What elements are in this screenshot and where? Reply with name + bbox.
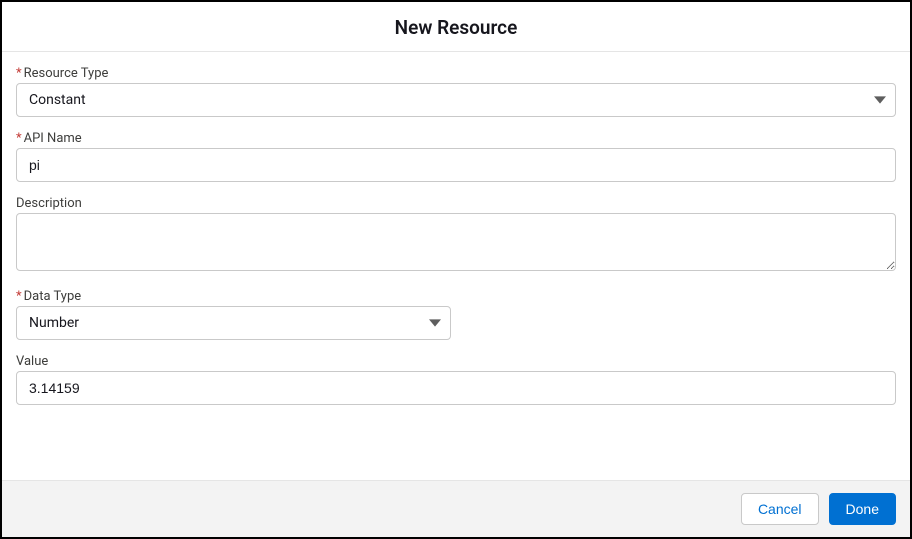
data-type-select-wrap: Number (16, 306, 451, 340)
resource-type-select[interactable]: Constant (16, 83, 896, 117)
cancel-button[interactable]: Cancel (741, 493, 819, 525)
description-label: Description (16, 196, 896, 211)
value-input[interactable] (16, 371, 896, 405)
api-name-label: *API Name (16, 131, 896, 146)
required-marker: * (16, 66, 22, 81)
dialog-footer: Cancel Done (2, 480, 910, 537)
description-label-text: Description (16, 196, 82, 211)
dialog-title: New Resource (2, 16, 910, 39)
value-group: Value (16, 354, 896, 405)
resource-type-label-text: Resource Type (24, 66, 109, 81)
data-type-label: *Data Type (16, 289, 896, 304)
resource-type-group: *Resource Type Constant (16, 66, 896, 117)
value-label: Value (16, 354, 896, 369)
data-type-value: Number (29, 315, 79, 331)
done-button[interactable]: Done (829, 493, 896, 525)
required-marker: * (16, 131, 22, 146)
resource-type-select-wrap: Constant (16, 83, 896, 117)
form-body: *Resource Type Constant *API Name Descri… (2, 52, 910, 480)
resource-type-label: *Resource Type (16, 66, 896, 81)
description-group: Description (16, 196, 896, 275)
dialog-header: New Resource (2, 2, 910, 52)
value-label-text: Value (16, 354, 48, 369)
data-type-group: *Data Type Number (16, 289, 896, 340)
data-type-select[interactable]: Number (16, 306, 451, 340)
data-type-label-text: Data Type (24, 289, 82, 304)
description-input[interactable] (16, 213, 896, 271)
resource-type-value: Constant (29, 92, 86, 108)
api-name-label-text: API Name (24, 131, 82, 146)
api-name-group: *API Name (16, 131, 896, 182)
required-marker: * (16, 289, 22, 304)
api-name-input[interactable] (16, 148, 896, 182)
